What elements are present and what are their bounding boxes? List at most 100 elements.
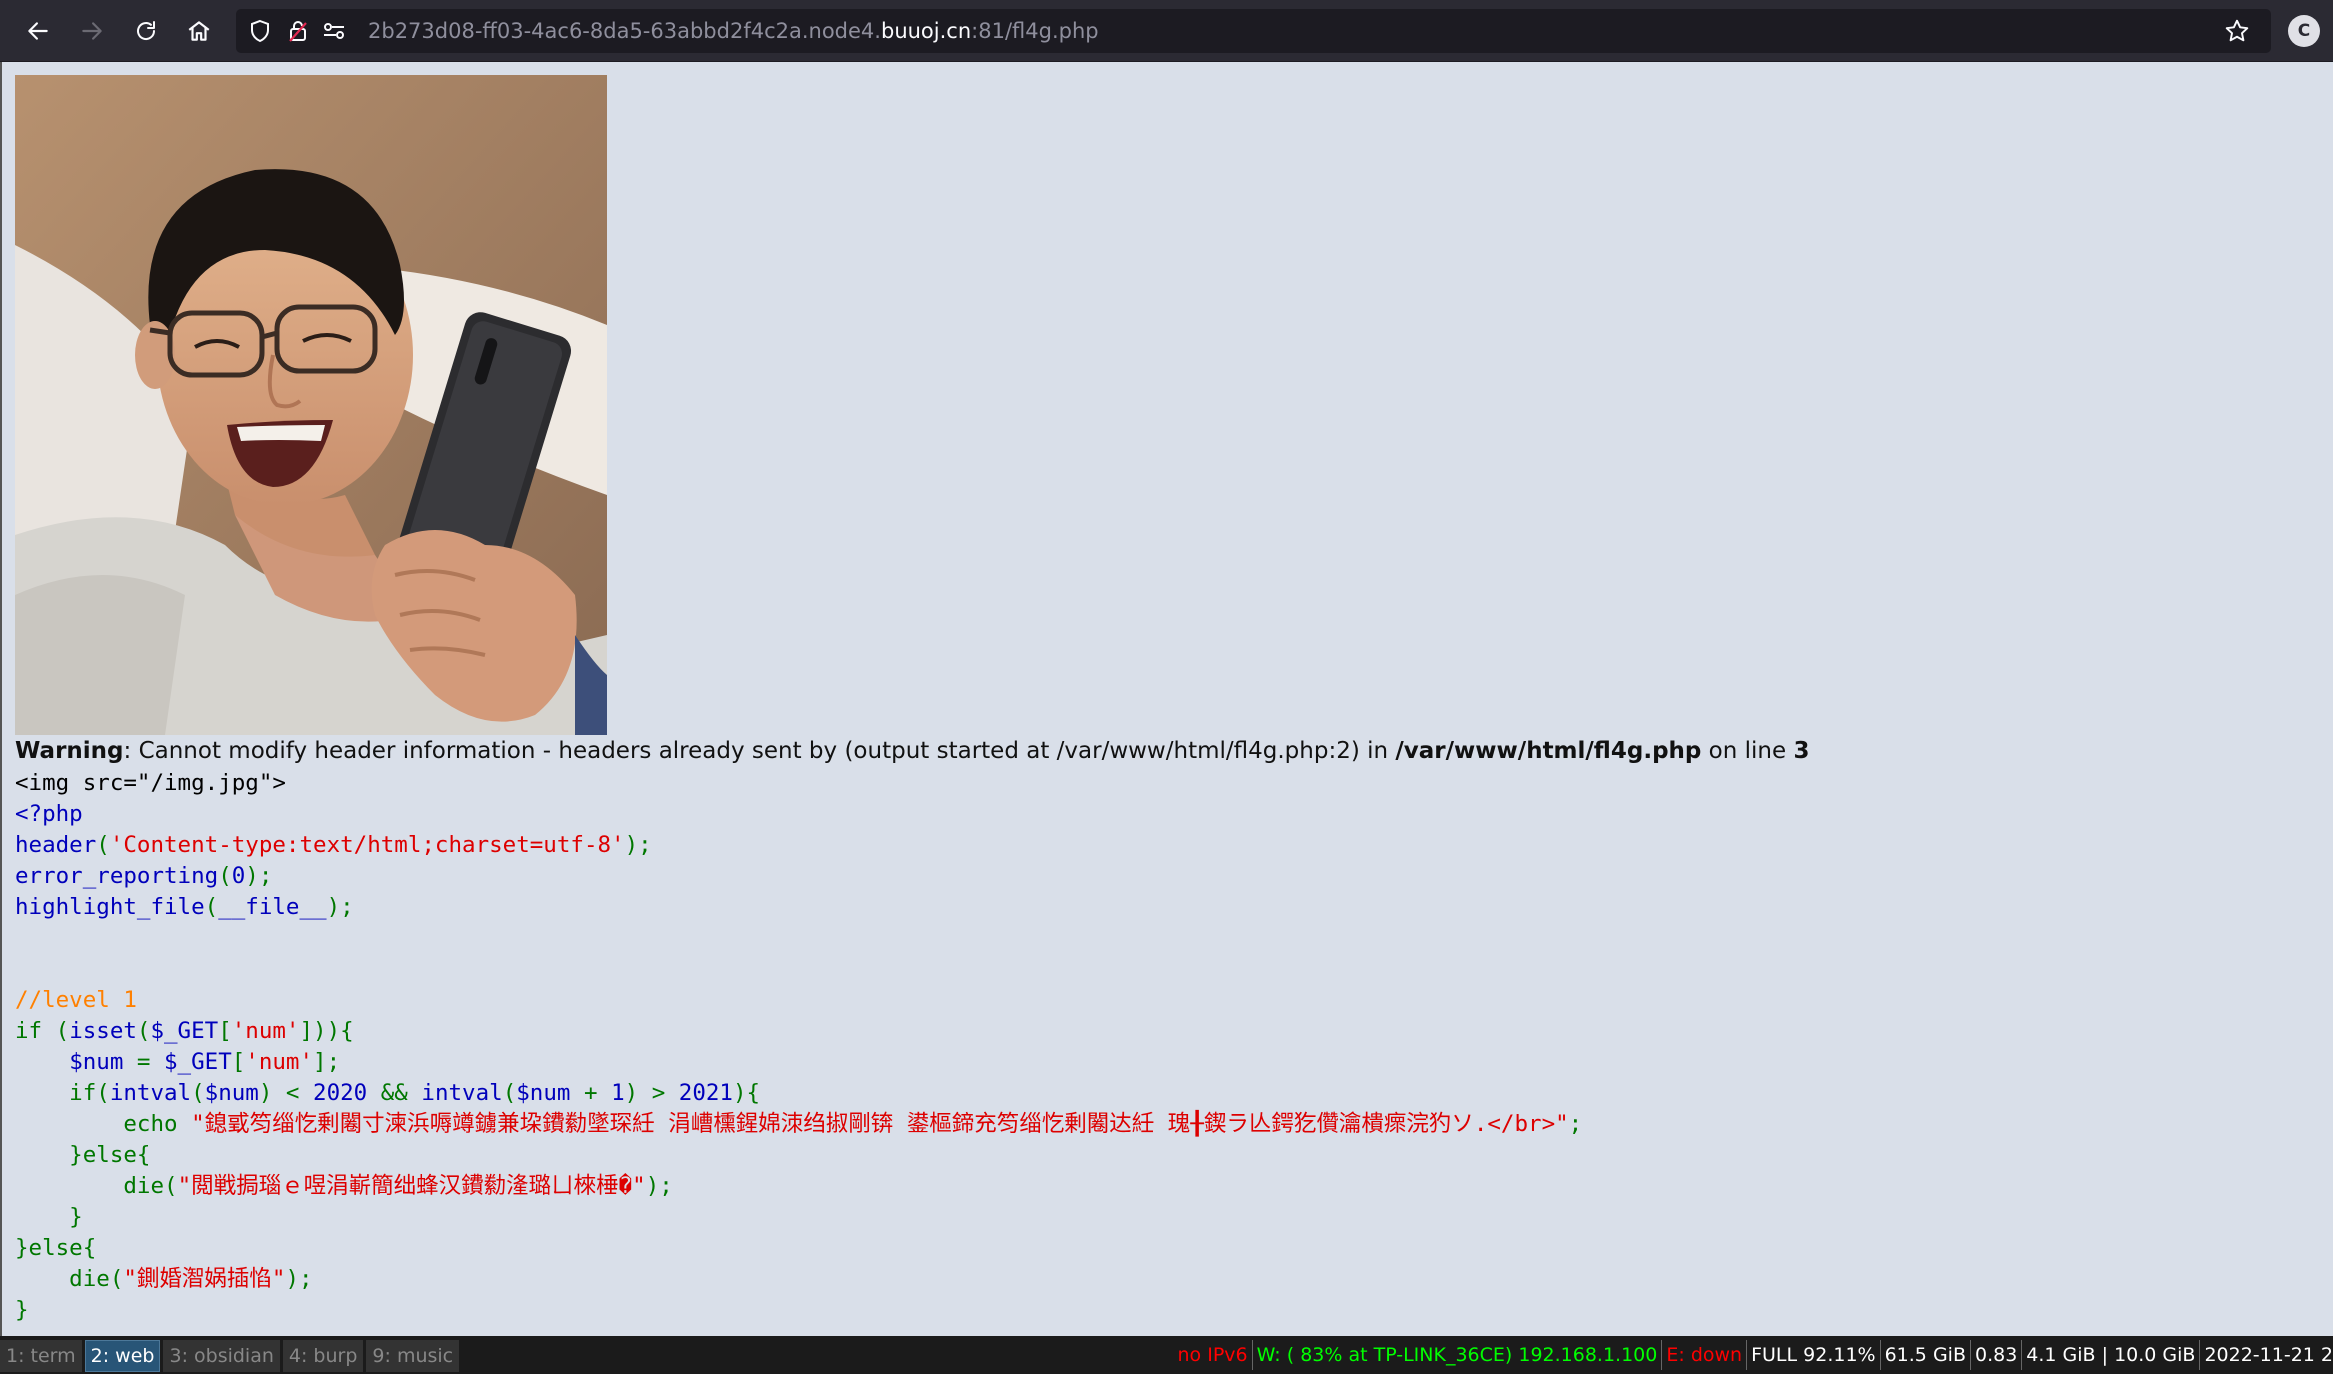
code-line: }	[15, 1202, 1582, 1233]
account-avatar[interactable]: C	[2288, 15, 2320, 47]
status-item: no IPv6	[1174, 1340, 1253, 1370]
code-line: if (isset($_GET['num'])){	[15, 1016, 1582, 1047]
warning-label: Warning	[15, 738, 124, 764]
code-token: "鎴戜笉缁忔剰闂寸湅浜嗕竴鐪兼垜鐨勬墜琛紝 涓嶆櫄鍟婂洓绉掓剛锛 鍙樞鍗充笉缁忔…	[191, 1111, 1569, 1137]
code-token: 1	[611, 1080, 625, 1106]
tracking-shield-icon[interactable]	[246, 17, 274, 45]
code-token: 'num'	[245, 1049, 314, 1075]
browser-toolbar: 2b273d08-ff03-4ac6-8da5-63abbd2f4c2a.nod…	[0, 0, 2333, 62]
workspace-button[interactable]: 3: obsidian	[163, 1340, 280, 1372]
home-icon[interactable]	[181, 13, 217, 49]
code-line: //level 1	[15, 985, 1582, 1016]
code-token: (	[218, 863, 232, 889]
php-warning: Warning: Cannot modify header informatio…	[15, 735, 1809, 767]
code-token: ])){	[299, 1018, 354, 1044]
warning-file: /var/www/html/fl4g.php	[1395, 738, 1702, 764]
code-token: header	[15, 832, 97, 858]
warning-line-number: 3	[1793, 738, 1810, 764]
code-token: "鍘婚潪娲插惂"	[123, 1266, 286, 1292]
code-token: <img src="/img.jpg">	[15, 770, 286, 796]
code-token: 2020	[313, 1080, 381, 1106]
code-token: );	[645, 1173, 673, 1199]
code-token: $num	[69, 1049, 137, 1075]
code-line: die("閲戦挶瑙ｅ喅涓嶄簡绌蜂汉鐨勬湰璐ㄩ棶棰�");	[15, 1171, 1582, 1202]
code-token: (	[191, 1080, 205, 1106]
code-line: header('Content-type:text/html;charset=u…	[15, 830, 1582, 861]
code-token: highlight_file	[15, 894, 205, 920]
back-arrow-icon[interactable]	[20, 13, 56, 49]
code-line: <img src="/img.jpg">	[15, 768, 1582, 799]
forward-arrow-icon[interactable]	[74, 13, 110, 49]
code-token: $_GET	[164, 1049, 232, 1075]
code-token: (	[96, 832, 110, 858]
code-token: }else{	[15, 1235, 97, 1261]
code-token: }else{	[15, 1142, 151, 1168]
status-item: W: ( 83% at TP-LINK_36CE) 192.168.1.100	[1253, 1340, 1663, 1370]
workspace-list: 1: term 2: web 3: obsidian 4: burp 9: music	[0, 1340, 460, 1372]
url-text[interactable]: 2b273d08-ff03-4ac6-8da5-63abbd2f4c2a.nod…	[368, 9, 1099, 53]
url-suffix: :81/fl4g.php	[971, 19, 1099, 43]
code-token: ];	[313, 1049, 341, 1075]
code-token: intval	[421, 1080, 503, 1106]
code-token: }	[15, 1297, 29, 1323]
code-token: 2021	[678, 1080, 733, 1106]
code-token: die	[15, 1266, 110, 1292]
workspace-button[interactable]: 2: web	[84, 1340, 161, 1372]
code-token: }	[15, 1204, 83, 1230]
code-token: (	[109, 1266, 124, 1292]
code-token: intval	[109, 1080, 192, 1106]
code-token: <?php	[15, 801, 83, 827]
code-token: (	[502, 1080, 517, 1106]
code-line: die("鍘婚潪娲插惂");	[15, 1264, 1582, 1295]
code-token: $_GET	[150, 1018, 219, 1044]
warning-message: : Cannot modify header information - hea…	[123, 738, 1396, 764]
code-token: ){	[732, 1080, 761, 1106]
photo-image	[15, 75, 607, 735]
code-token: $num	[516, 1080, 584, 1106]
status-item: 0.83	[1971, 1340, 2023, 1370]
status-item: 4.1 GiB | 10.0 GiB	[2022, 1340, 2201, 1370]
code-token: 'num'	[231, 1018, 300, 1044]
star-icon[interactable]	[2223, 17, 2251, 45]
code-line: if(intval($num) < 2020 && intval($num + …	[15, 1078, 1582, 1109]
status-item: 61.5 GiB	[1881, 1340, 1971, 1370]
code-token: (	[204, 894, 219, 920]
code-line: <?php	[15, 799, 1582, 830]
insecure-lock-icon[interactable]	[284, 17, 312, 45]
code-token: die	[15, 1173, 165, 1199]
permissions-icon[interactable]	[320, 17, 348, 45]
code-line: }	[15, 1295, 1582, 1326]
code-token: );	[245, 863, 273, 889]
code-token: 'Content-type:text/html;charset=utf-8'	[109, 832, 625, 858]
code-token: __file__	[218, 894, 327, 920]
workspace-button[interactable]: 4: burp	[282, 1340, 364, 1372]
code-token: [	[231, 1049, 246, 1075]
code-token: $num	[204, 1080, 259, 1106]
code-token: );	[285, 1266, 313, 1292]
workspace-button[interactable]: 1: term	[0, 1340, 82, 1372]
system-status: no IPv6 W: ( 83% at TP-LINK_36CE) 192.168…	[1174, 1340, 2333, 1370]
status-item: E: down	[1662, 1340, 1748, 1370]
code-line: $num = $_GET['num'];	[15, 1047, 1582, 1078]
code-token: if(	[15, 1080, 110, 1106]
code-token: (	[136, 1018, 151, 1044]
url-bar[interactable]: 2b273d08-ff03-4ac6-8da5-63abbd2f4c2a.nod…	[236, 9, 2271, 53]
highlighted-source-code: <img src="/img.jpg"> <?php header('Content…	[15, 768, 1582, 1326]
workspace-button[interactable]: 9: music	[366, 1340, 460, 1372]
code-line: error_reporting(0);	[15, 861, 1582, 892]
code-token: );	[326, 894, 354, 920]
code-line: echo "鎴戜笉缁忔剰闂寸湅浜嗕竴鐪兼垜鐨勬墜琛紝 涓嶆櫄鍟婂洓绉掓剛锛 鍙樞…	[15, 1109, 1582, 1140]
desktop-status-bar: 1: term 2: web 3: obsidian 4: burp 9: music …	[0, 1336, 2333, 1374]
code-token: error_reporting	[15, 863, 219, 889]
reload-icon[interactable]	[128, 13, 164, 49]
code-line: }else{	[15, 1233, 1582, 1264]
code-token: //level 1	[15, 987, 137, 1013]
code-token: (	[164, 1173, 178, 1199]
code-token: [	[218, 1018, 232, 1044]
code-token: =	[136, 1049, 165, 1075]
code-token: ;	[1568, 1111, 1583, 1137]
code-token: isset	[69, 1018, 137, 1044]
code-token: 0	[231, 863, 246, 889]
